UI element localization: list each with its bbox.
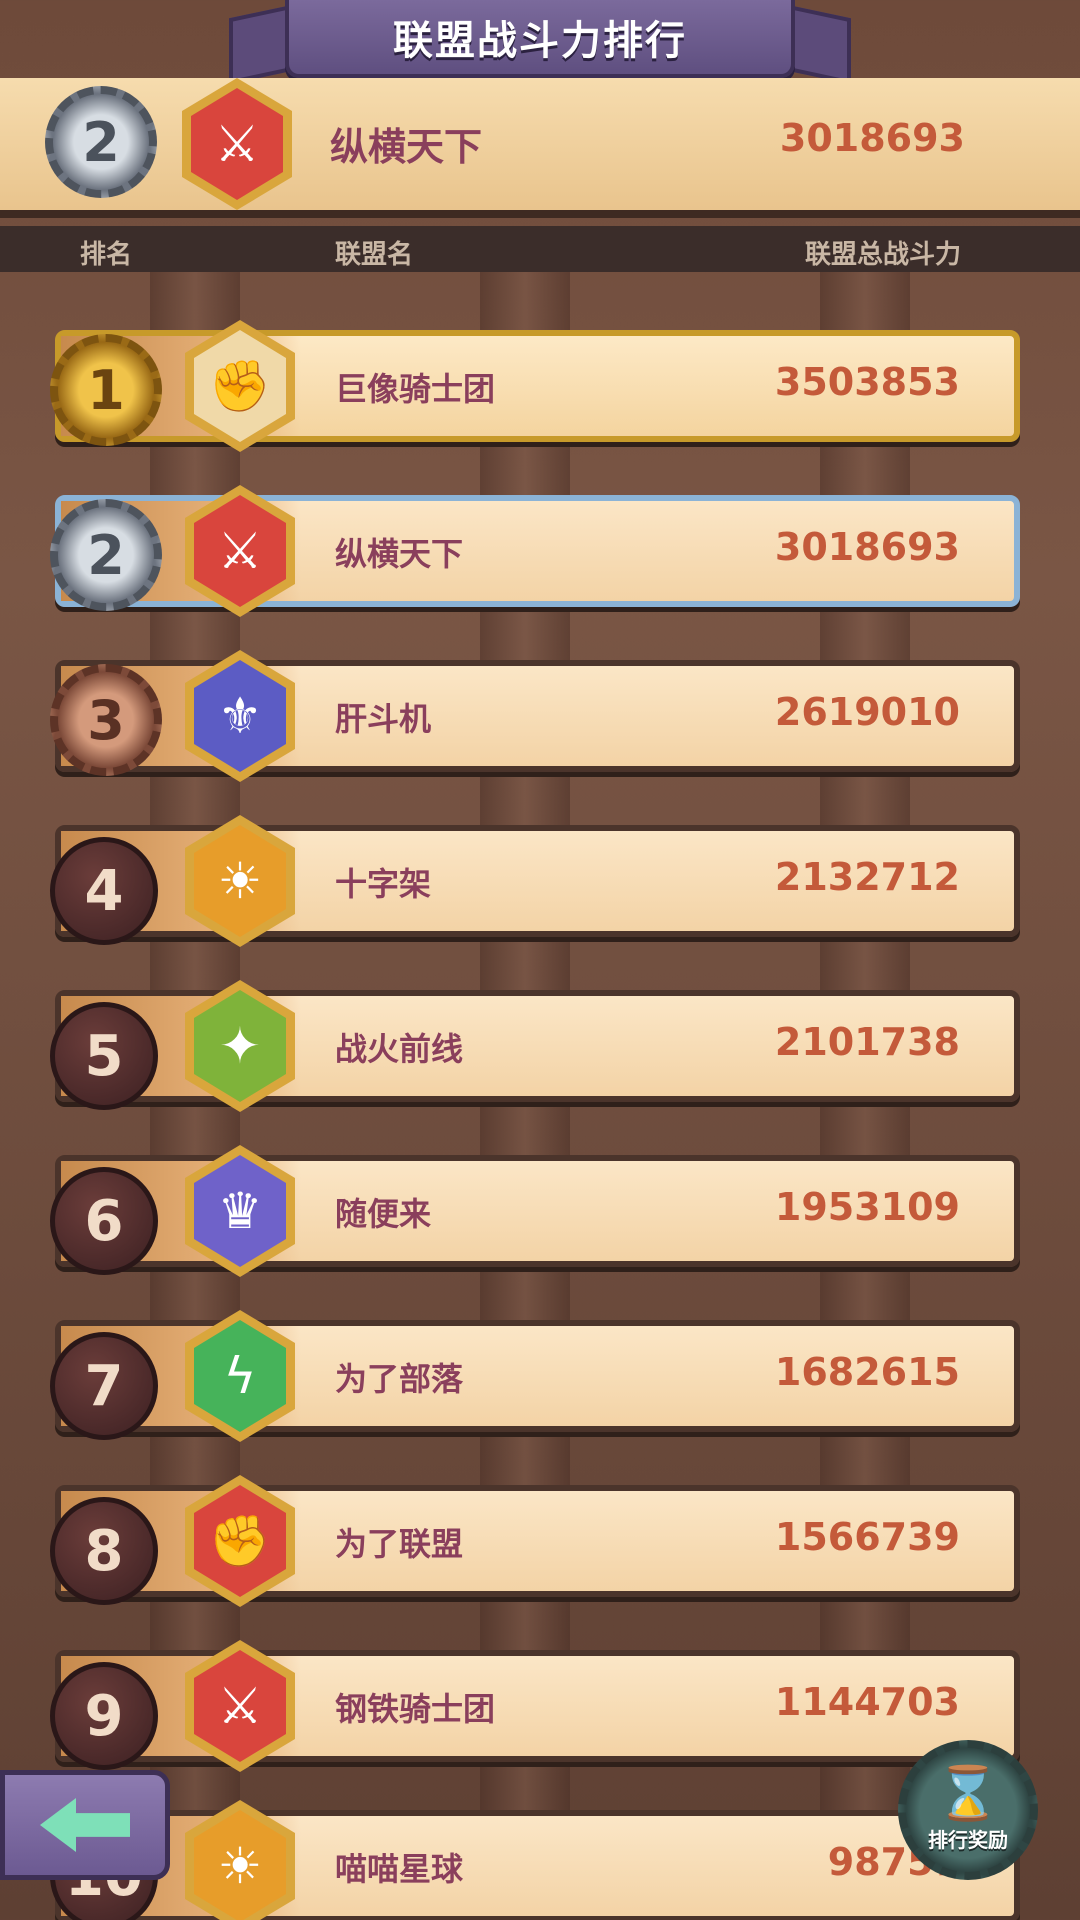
page-title: 联盟战斗力排行 <box>393 18 687 64</box>
reward-button-label: 排行奖励 <box>928 1827 1008 1852</box>
my-alliance-name: 纵横天下 <box>330 125 483 169</box>
star-burst-icon: ✦ <box>194 990 286 1102</box>
alliance-power: 1566739 <box>774 1515 960 1559</box>
rank-number: 5 <box>84 1023 124 1089</box>
ranking-reward-button[interactable]: ⌛ 排行奖励 <box>898 1740 1038 1880</box>
ranking-row[interactable]: 7 ϟ 为了部落 1682615 <box>50 1310 1020 1442</box>
rank-number: 6 <box>84 1188 124 1254</box>
rank-badge: 8 <box>50 1497 158 1605</box>
alliance-emblem: ⚔ <box>182 78 292 210</box>
alliance-power: 2619010 <box>774 690 960 734</box>
rank-number: 7 <box>84 1353 124 1419</box>
rank-badge-silver: 2 <box>50 499 162 611</box>
rank-number: 9 <box>84 1683 124 1749</box>
ranking-row[interactable]: 3 ⚜ 肝斗机 2619010 <box>50 650 1020 782</box>
sun-icon: ☀ <box>194 825 286 937</box>
alliance-power: 1144703 <box>774 1680 960 1724</box>
back-button[interactable] <box>0 1770 170 1880</box>
rank-badge: 7 <box>50 1332 158 1440</box>
column-header-rank: 排名 <box>80 240 133 270</box>
alliance-power: 2101738 <box>774 1020 960 1064</box>
sun-icon: ☀ <box>194 1810 286 1920</box>
title-banner: 联盟战斗力排行 <box>285 0 795 78</box>
alliance-name: 为了部落 <box>335 1360 464 1398</box>
crossed-swords-icon: ⚔ <box>194 1650 286 1762</box>
fist-icon: ✊ <box>194 330 286 442</box>
rank-badge-silver: 2 <box>45 86 157 198</box>
crown-icon: ♛ <box>194 1155 286 1267</box>
rank-number: 2 <box>82 110 120 174</box>
rank-number: 8 <box>84 1518 124 1584</box>
my-alliance-power: 3018693 <box>779 116 965 160</box>
alliance-power: 1682615 <box>774 1350 960 1394</box>
ranking-row[interactable]: 5 ✦ 战火前线 2101738 <box>50 980 1020 1112</box>
left-arrow-icon <box>40 1798 130 1852</box>
alliance-power: 2132712 <box>774 855 960 899</box>
alliance-name: 为了联盟 <box>335 1525 464 1563</box>
hourglass-book-icon: ⌛ <box>935 1763 1001 1824</box>
rank-badge-bronze: 3 <box>50 664 162 776</box>
ranking-row[interactable]: 10 ☀ 喵喵星球 98757 <box>50 1800 1020 1920</box>
rank-badge: 5 <box>50 1002 158 1110</box>
column-header-power: 联盟总战斗力 <box>805 240 962 270</box>
lightning-icon: ϟ <box>194 1320 286 1432</box>
crossed-swords-icon: ⚔ <box>191 88 283 200</box>
alliance-name: 随便来 <box>335 1195 432 1233</box>
alliance-power: 3503853 <box>774 360 960 404</box>
alliance-power: 1953109 <box>774 1185 960 1229</box>
rank-number: 2 <box>87 523 125 587</box>
alliance-name: 战火前线 <box>335 1030 464 1068</box>
rank-number: 1 <box>87 358 125 422</box>
alliance-power: 3018693 <box>774 525 960 569</box>
fleur-de-lis-icon: ⚜ <box>194 660 286 772</box>
rank-badge: 4 <box>50 837 158 945</box>
rank-number: 4 <box>84 858 124 924</box>
alliance-name: 钢铁骑士团 <box>335 1690 496 1728</box>
rank-number: 3 <box>87 688 125 752</box>
crossed-swords-icon: ⚔ <box>194 495 286 607</box>
ranking-row[interactable]: 6 ♛ 随便来 1953109 <box>50 1145 1020 1277</box>
raised-fist-icon: ✊ <box>194 1485 286 1597</box>
column-header-name: 联盟名 <box>335 240 414 270</box>
rank-badge: 9 <box>50 1662 158 1770</box>
rank-badge: 6 <box>50 1167 158 1275</box>
my-alliance-strip: 2 ⚔ 纵横天下 3018693 <box>0 78 1080 218</box>
alliance-name: 巨像骑士团 <box>335 370 496 408</box>
ranking-row[interactable]: 2 ⚔ 纵横天下 3018693 <box>50 485 1020 617</box>
ranking-row[interactable]: 8 ✊ 为了联盟 1566739 <box>50 1475 1020 1607</box>
ranking-row[interactable]: 9 ⚔ 钢铁骑士团 1144703 <box>50 1640 1020 1772</box>
column-headers: 排名 联盟名 联盟总战斗力 <box>0 226 1080 272</box>
alliance-name: 十字架 <box>335 865 432 903</box>
ranking-row[interactable]: 4 ☀ 十字架 2132712 <box>50 815 1020 947</box>
alliance-name: 喵喵星球 <box>335 1850 464 1888</box>
ranking-row[interactable]: 1 ✊ 巨像骑士团 3503853 <box>50 320 1020 452</box>
rank-badge-gold: 1 <box>50 334 162 446</box>
alliance-name: 纵横天下 <box>335 535 464 573</box>
alliance-name: 肝斗机 <box>335 700 432 738</box>
